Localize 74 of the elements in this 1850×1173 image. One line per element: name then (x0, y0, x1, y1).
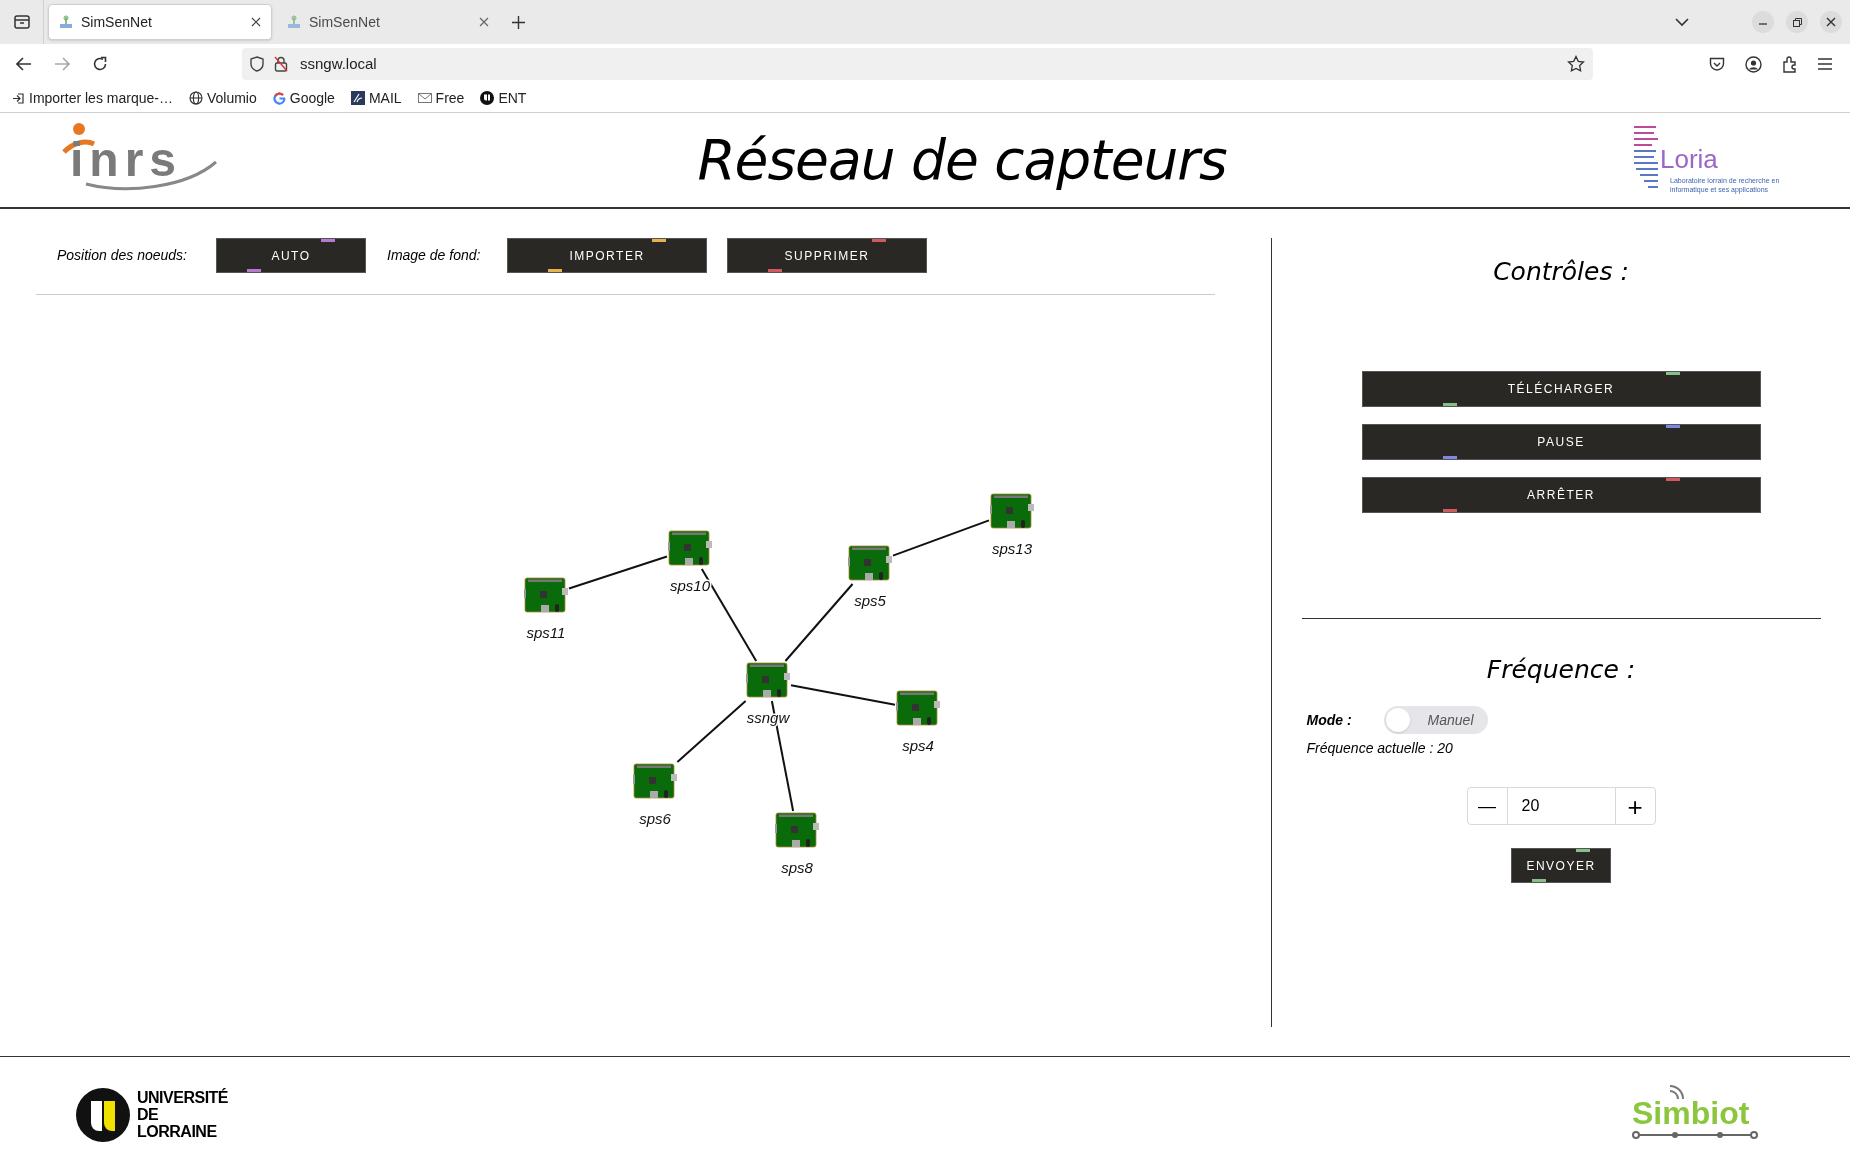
node-label: sps11 (526, 624, 566, 641)
delete-button[interactable]: SUPPRIMER (727, 238, 927, 273)
close-tab-icon[interactable] (251, 17, 261, 27)
circuit-board-icon[interactable] (524, 577, 568, 613)
insecure-lock-icon[interactable] (274, 56, 288, 72)
account-icon[interactable] (1745, 55, 1762, 73)
network-icon (287, 15, 301, 29)
shield-icon[interactable] (250, 56, 264, 72)
circle-logo-icon (480, 91, 495, 105)
browser-tab[interactable]: SimSenNet (48, 4, 272, 40)
address-bar[interactable]: ssngw.local (242, 48, 1593, 80)
tab-list-icon[interactable] (13, 15, 30, 29)
auto-button[interactable]: AUTO (216, 238, 366, 273)
increment-button[interactable]: + (1614, 788, 1655, 824)
circuit-board-icon[interactable] (848, 545, 892, 581)
circuit-board-icon[interactable] (668, 530, 712, 566)
universite-de-lorraine-logo: UNIVERSITÉ DE LORRAINE (75, 1086, 237, 1143)
node-label: sps6 (639, 810, 671, 827)
puzzle-icon[interactable] (1782, 55, 1798, 73)
bookmark[interactable]: Volumio (188, 87, 257, 109)
frequency-stepper[interactable]: — 20 + (1466, 787, 1656, 825)
download-button[interactable]: TÉLÉCHARGER (1361, 370, 1761, 407)
mode-label: Mode : (1306, 710, 1353, 730)
restore-button[interactable] (1786, 11, 1808, 33)
bookmark[interactable]: Importer les marque-… (12, 87, 173, 109)
circuit-board-icon[interactable] (990, 493, 1034, 529)
frequency-input[interactable]: 20 (1507, 788, 1615, 824)
new-tab-icon[interactable] (512, 15, 525, 29)
frequency-title: Fréquence : (1486, 653, 1636, 686)
simbiot-logo: Simbiot (1630, 1084, 1760, 1145)
bookmark[interactable]: Google (272, 87, 335, 109)
mode-toggle[interactable]: Manuel (1383, 706, 1488, 734)
network-icon (59, 15, 73, 29)
send-button[interactable]: ENVOYER (1511, 848, 1611, 883)
background-image-label: Image de fond: (387, 246, 482, 265)
pause-button[interactable]: PAUSE (1361, 423, 1761, 460)
bookmark[interactable]: MAIL (350, 87, 402, 109)
star-icon[interactable] (1567, 55, 1585, 73)
import-icon (12, 91, 25, 105)
google-icon (272, 91, 286, 105)
node-label: sps8 (781, 859, 813, 876)
restore-icon (1792, 17, 1802, 27)
controls-title: Contrôles : (1493, 256, 1629, 288)
node-position-label: Position des noeuds: (57, 246, 188, 265)
minimize-button[interactable] (1752, 11, 1774, 33)
stop-button[interactable]: ARRÊTER (1361, 476, 1761, 513)
node-label: sps10 (670, 577, 710, 594)
node-label: sps5 (854, 592, 886, 609)
inrs-logo: inrs (56, 120, 222, 200)
chevron-down-icon[interactable] (1674, 17, 1690, 27)
circuit-board-icon[interactable] (746, 662, 790, 698)
menu-icon[interactable] (1818, 58, 1832, 70)
circuit-board-icon[interactable] (633, 763, 677, 799)
back-icon[interactable] (16, 57, 32, 71)
pocket-icon[interactable] (1709, 56, 1725, 72)
circuit-board-icon[interactable] (896, 690, 940, 726)
close-button[interactable] (1820, 11, 1842, 33)
close-icon (1826, 17, 1836, 27)
globe-icon (188, 91, 203, 105)
envelope-icon (417, 92, 432, 104)
current-frequency-text: Fréquence actuelle : 20 (1306, 739, 1454, 758)
bookmark[interactable]: Free (417, 87, 465, 109)
close-tab-icon[interactable] (479, 17, 489, 27)
page-title: Réseau de capteurs (697, 126, 1227, 194)
decrement-button[interactable]: — (1467, 788, 1508, 824)
reload-icon[interactable] (92, 56, 108, 72)
node-label: sps13 (992, 540, 1032, 557)
url-text: ssngw.local (300, 53, 377, 74)
circuit-board-icon[interactable] (775, 812, 819, 848)
mail-icon (350, 91, 365, 105)
bookmark[interactable]: ENT (480, 87, 527, 109)
import-button[interactable]: IMPORTER (507, 238, 707, 273)
node-label: sps4 (902, 737, 934, 754)
connection-line (676, 700, 747, 763)
